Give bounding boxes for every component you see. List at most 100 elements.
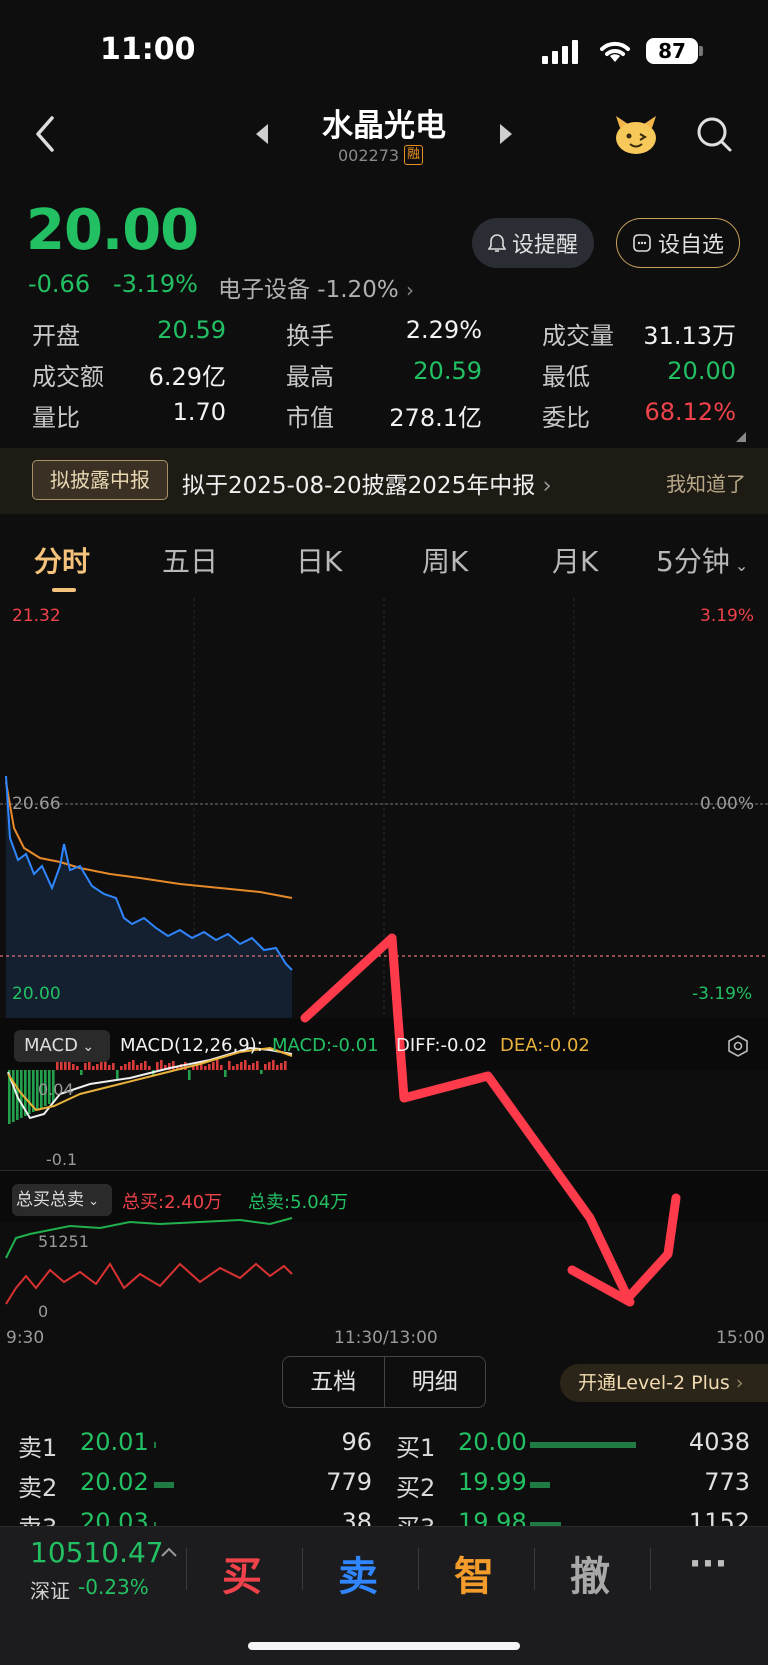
sector-label: 电子设备 -1.20% (218, 277, 399, 303)
macd-bar (144, 1061, 147, 1070)
volume-zero-label: 0 (38, 1302, 49, 1321)
macd-bar (248, 1065, 251, 1070)
tab-daily-k[interactable]: 日K (296, 540, 342, 580)
stat-value: 20.00 (667, 357, 736, 385)
diff-value: DIFF:-0.02 (396, 1035, 488, 1056)
set-alert-button[interactable]: 设提醒 (472, 218, 594, 268)
macd-bar (132, 1060, 135, 1070)
time-end-label: 15:00 (716, 1328, 765, 1348)
chevron-up-icon[interactable] (160, 1546, 178, 1558)
stat-label: 开盘 (32, 322, 80, 350)
add-watchlist-button[interactable]: 设自选 (616, 218, 740, 268)
stat-value: 20.59 (157, 316, 226, 344)
banner-text[interactable]: 拟于2025-08-20披露2025年中报 › (182, 466, 552, 500)
indicator-settings-icon[interactable] (726, 1034, 750, 1058)
time-mid-label: 11:30/13:00 (334, 1328, 438, 1348)
macd-bar (284, 1061, 287, 1070)
ask-label: 卖2 (18, 1474, 58, 1502)
cancel-order-button[interactable]: 撤 (550, 1544, 630, 1602)
macd-bar (100, 1062, 103, 1070)
intraday-chart[interactable] (0, 598, 768, 1356)
tab-weekly-k[interactable]: 周K (422, 540, 468, 580)
macd-bar (216, 1060, 219, 1070)
search-icon[interactable] (696, 116, 734, 154)
macd-top-label: 0.04 (38, 1080, 74, 1099)
macd-bar (212, 1062, 215, 1070)
tab-5min[interactable]: 5分钟 ⌄ (656, 540, 748, 580)
macd-bar (256, 1061, 259, 1070)
smart-trade-button[interactable]: 智 (434, 1544, 514, 1602)
buy-button[interactable]: 买 (202, 1544, 282, 1602)
macd-bar (260, 1070, 263, 1074)
active-tab-indicator (52, 588, 76, 592)
macd-bar (272, 1060, 275, 1070)
tab-five-levels[interactable]: 五档 (283, 1357, 384, 1407)
ask-label: 卖1 (18, 1434, 58, 1462)
bid-volume-bar (530, 1442, 636, 1448)
level2-upgrade-button[interactable]: 开通Level-2 Plus › (560, 1364, 768, 1402)
macd-bar (112, 1063, 115, 1070)
total-sell-label: 总卖:5.04万 (248, 1192, 349, 1213)
banner-tag: 拟披露中报 (32, 460, 168, 500)
price-mid-label: 20.66 (12, 794, 61, 814)
price-low-label: 20.00 (12, 984, 61, 1004)
next-stock-icon[interactable] (498, 124, 512, 144)
macd-bar (80, 1070, 83, 1075)
macd-bar (204, 1066, 207, 1070)
macd-bar (268, 1062, 271, 1070)
battery-tip (699, 46, 703, 56)
margin-badge: 融 (404, 145, 424, 165)
toolbar-divider (302, 1548, 303, 1590)
stat-label: 成交额 (32, 363, 104, 391)
macd-bar (276, 1065, 279, 1070)
stat-label: 量比 (32, 404, 80, 432)
ask-volume-bar (154, 1442, 156, 1448)
indicator-selector[interactable]: MACD ⌄ (14, 1030, 110, 1062)
chevron-down-icon: ⌄ (729, 556, 749, 575)
cellular-signal-icon (542, 40, 578, 64)
price-change: -0.66 -3.19% (28, 270, 198, 298)
orderbook-tabs: 五档 明细 (282, 1356, 486, 1408)
ask-volume: 96 (341, 1428, 372, 1456)
macd-bar (208, 1064, 211, 1070)
bell-icon (487, 234, 506, 252)
stat-label: 换手 (286, 322, 334, 350)
watchlist-icon (633, 234, 651, 252)
stat-value: 2.29% (405, 316, 482, 344)
sector-link[interactable]: 电子设备 -1.20% › (218, 270, 414, 304)
macd-bar (136, 1065, 139, 1070)
mascot-icon[interactable] (612, 112, 660, 156)
price-high-label: 21.32 (12, 606, 61, 626)
expand-corner-icon[interactable] (736, 432, 746, 442)
macd-bar (232, 1066, 235, 1070)
pct-low-label: -3.19% (692, 984, 753, 1004)
toolbar-divider (186, 1548, 187, 1590)
macd-bar (156, 1062, 159, 1070)
pct-mid-label: 0.00% (700, 794, 755, 814)
banner-dismiss-button[interactable]: 我知道了 (666, 468, 746, 497)
macd-bar (84, 1063, 87, 1070)
volume-indicator-selector[interactable]: 总买总卖 ⌄ (12, 1184, 112, 1216)
more-menu-button[interactable]: ··· (668, 1544, 748, 1584)
last-price: 20.00 (26, 198, 199, 263)
sell-button[interactable]: 卖 (318, 1544, 398, 1602)
stat-value: 68.12% (644, 398, 736, 426)
toolbar-divider (418, 1548, 419, 1590)
index-name: 深证 (30, 1579, 70, 1603)
macd-bar (128, 1062, 131, 1070)
macd-bar (92, 1066, 95, 1070)
macd-bar (236, 1064, 239, 1070)
bid-volume: 4038 (688, 1428, 750, 1456)
total-buy-label: 总买:2.40万 (122, 1192, 223, 1213)
toolbar-divider (650, 1548, 651, 1590)
tab-five-day[interactable]: 五日 (162, 540, 218, 580)
index-value[interactable]: 10510.47 (30, 1536, 164, 1569)
tab-monthly-k[interactable]: 月K (552, 540, 598, 580)
ask-price: 20.01 (80, 1428, 149, 1456)
bid-volume-bar (530, 1482, 551, 1488)
chevron-down-icon: ⌄ (84, 1194, 100, 1209)
add-watchlist-label: 设自选 (657, 233, 724, 258)
tab-intraday[interactable]: 分时 (34, 540, 90, 580)
tab-trade-detail[interactable]: 明细 (383, 1357, 486, 1407)
stat-label: 市值 (286, 404, 334, 432)
